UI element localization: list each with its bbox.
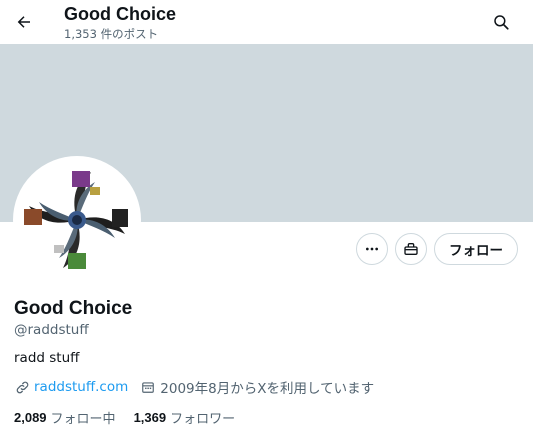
arrow-left-icon bbox=[17, 16, 30, 28]
header-title-block: Good Choice 1,353 件のポスト bbox=[64, 3, 176, 42]
top-bar: Good Choice 1,353 件のポスト bbox=[0, 0, 533, 44]
following-link[interactable]: 2,089 フォロー中 bbox=[14, 408, 116, 427]
post-count: 1,353 件のポスト bbox=[64, 27, 159, 41]
followers-label: フォロワー bbox=[170, 411, 236, 427]
link-icon bbox=[14, 379, 30, 395]
gift-icon bbox=[404, 243, 418, 255]
profile-joined-date: 2009年8月からXを利用しています bbox=[160, 381, 375, 397]
page-title: Good Choice bbox=[64, 4, 176, 24]
calendar-icon bbox=[140, 379, 156, 395]
following-count: 2,089 bbox=[14, 409, 47, 425]
following-label: フォロー中 bbox=[50, 411, 116, 427]
back-button[interactable] bbox=[10, 8, 38, 36]
search-button[interactable] bbox=[487, 8, 515, 36]
profile-meta-row: raddstuff.com 2009年8月からXを利用しています bbox=[14, 378, 375, 397]
avatar[interactable] bbox=[13, 156, 141, 284]
gift-button[interactable] bbox=[395, 233, 427, 265]
profile-display-name: Good Choice bbox=[14, 298, 133, 319]
profile-bio: radd stuff bbox=[14, 350, 80, 366]
avatar-logo-image bbox=[16, 159, 138, 281]
more-options-button[interactable] bbox=[356, 233, 388, 265]
followers-link[interactable]: 1,369 フォロワー bbox=[134, 408, 236, 427]
follow-button[interactable]: フォロー bbox=[434, 233, 518, 265]
more-horizontal-icon bbox=[366, 247, 378, 251]
follow-stats-row: 2,089 フォロー中 1,369 フォロワー bbox=[14, 408, 253, 427]
profile-website-link[interactable]: raddstuff.com bbox=[34, 379, 128, 395]
profile-handle: @raddstuff bbox=[14, 322, 89, 338]
followers-count: 1,369 bbox=[133, 409, 167, 425]
search-icon bbox=[494, 15, 509, 30]
